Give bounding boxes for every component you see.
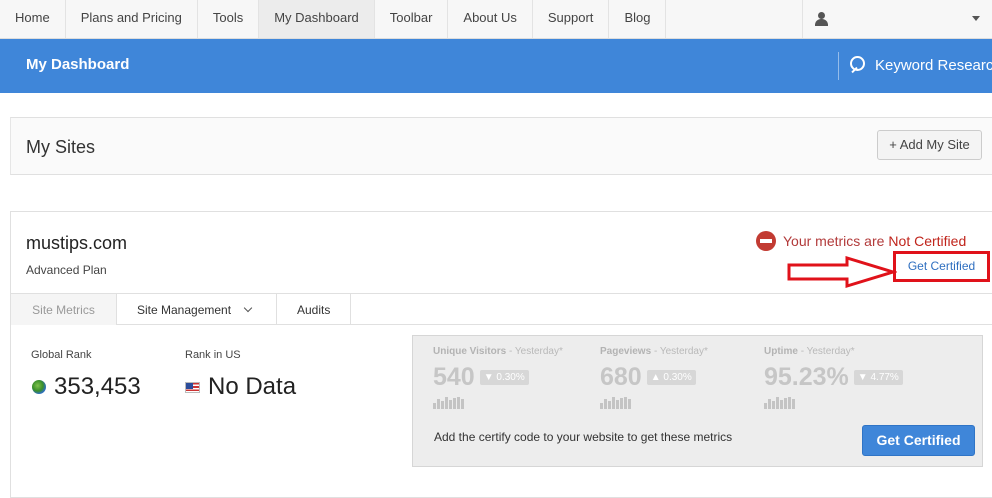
nav-about-us[interactable]: About Us — [448, 0, 533, 38]
site-name: mustips.com — [26, 233, 128, 253]
nav-home[interactable]: Home — [0, 0, 66, 38]
no-entry-icon — [756, 231, 776, 251]
bar-chart-icon — [764, 397, 903, 409]
keyword-research-label: Keyword Research — [875, 56, 992, 74]
us-rank-text: No Data — [208, 373, 297, 400]
global-rank-label: Global Rank — [31, 349, 92, 361]
certification-status: Your metrics are Not Certified — [756, 231, 966, 251]
us-rank-label: Rank in US — [185, 349, 241, 361]
nav-tools[interactable]: Tools — [198, 0, 260, 38]
magnifier-icon — [849, 55, 869, 75]
caret-down-icon — [972, 16, 980, 21]
us-rank-value: No Data — [185, 373, 296, 401]
get-certified-link[interactable]: Get Certified — [893, 251, 990, 282]
add-my-site-button[interactable]: + Add My Site — [877, 130, 982, 160]
site-card: mustips.com Advanced Plan Your metrics a… — [10, 211, 992, 498]
pageviews-change: ▲ 0.30% — [646, 370, 696, 385]
user-icon — [815, 12, 828, 26]
nav-support[interactable]: Support — [533, 0, 610, 38]
metric-unique-visitors: Unique Visitors - Yesterday* 540 ▼ 0.30% — [433, 346, 563, 409]
unique-visitors-label: Unique Visitors — [433, 346, 507, 357]
uptime-label: Uptime — [764, 346, 798, 357]
certify-message: Add the certify code to your website to … — [434, 430, 733, 444]
bar-chart-icon — [600, 397, 708, 409]
us-flag-icon — [185, 381, 200, 393]
chevron-down-icon — [243, 303, 253, 313]
globe-icon — [32, 380, 46, 394]
my-sites-heading: My Sites — [26, 137, 96, 157]
page-title: My Dashboard — [26, 56, 130, 73]
certification-status-prefix: Your metrics are — [783, 233, 885, 249]
nav-blog[interactable]: Blog — [609, 0, 667, 38]
header-divider — [838, 52, 839, 80]
user-menu[interactable] — [802, 0, 992, 38]
uptime-change: ▼ 4.77% — [853, 370, 903, 385]
top-navigation: Home Plans and Pricing Tools My Dashboar… — [0, 0, 992, 39]
site-tabs: Site Metrics Site Management Audits — [11, 293, 992, 325]
dashboard-header: My Dashboard Keyword Research — [0, 39, 992, 93]
get-certified-button[interactable]: Get Certified — [862, 425, 975, 456]
tab-site-metrics[interactable]: Site Metrics — [11, 294, 117, 325]
site-plan: Advanced Plan — [26, 263, 107, 277]
nav-plans-and-pricing[interactable]: Plans and Pricing — [66, 0, 198, 38]
tab-site-management[interactable]: Site Management — [117, 294, 277, 325]
tab-site-management-label: Site Management — [137, 302, 232, 317]
metric-uptime: Uptime - Yesterday* 95.23% ▼ 4.77% — [764, 346, 903, 409]
pageviews-value: 680 — [600, 363, 642, 391]
unique-visitors-change: ▼ 0.30% — [479, 370, 529, 385]
global-rank-value: 353,453 — [32, 373, 141, 401]
pageviews-period: - Yesterday* — [653, 346, 708, 357]
nav-toolbar[interactable]: Toolbar — [375, 0, 449, 38]
bar-chart-icon — [433, 397, 563, 409]
uptime-value: 95.23% — [764, 363, 849, 391]
keyword-research-link[interactable]: Keyword Research — [849, 55, 992, 75]
global-rank-number: 353,453 — [54, 373, 141, 400]
unique-visitors-period: - Yesterday* — [508, 346, 563, 357]
unique-visitors-value: 540 — [433, 363, 475, 391]
metrics-box: Unique Visitors - Yesterday* 540 ▼ 0.30%… — [412, 335, 983, 467]
uptime-period: - Yesterday* — [800, 346, 855, 357]
certification-status-value: Not Certified — [888, 233, 967, 249]
pageviews-label: Pageviews — [600, 346, 652, 357]
tab-audits[interactable]: Audits — [277, 294, 352, 325]
red-arrow-annotation-icon — [787, 256, 897, 289]
nav-my-dashboard[interactable]: My Dashboard — [259, 0, 375, 38]
my-sites-panel: My Sites + Add My Site — [10, 117, 992, 175]
metric-pageviews: Pageviews - Yesterday* 680 ▲ 0.30% — [600, 346, 708, 409]
